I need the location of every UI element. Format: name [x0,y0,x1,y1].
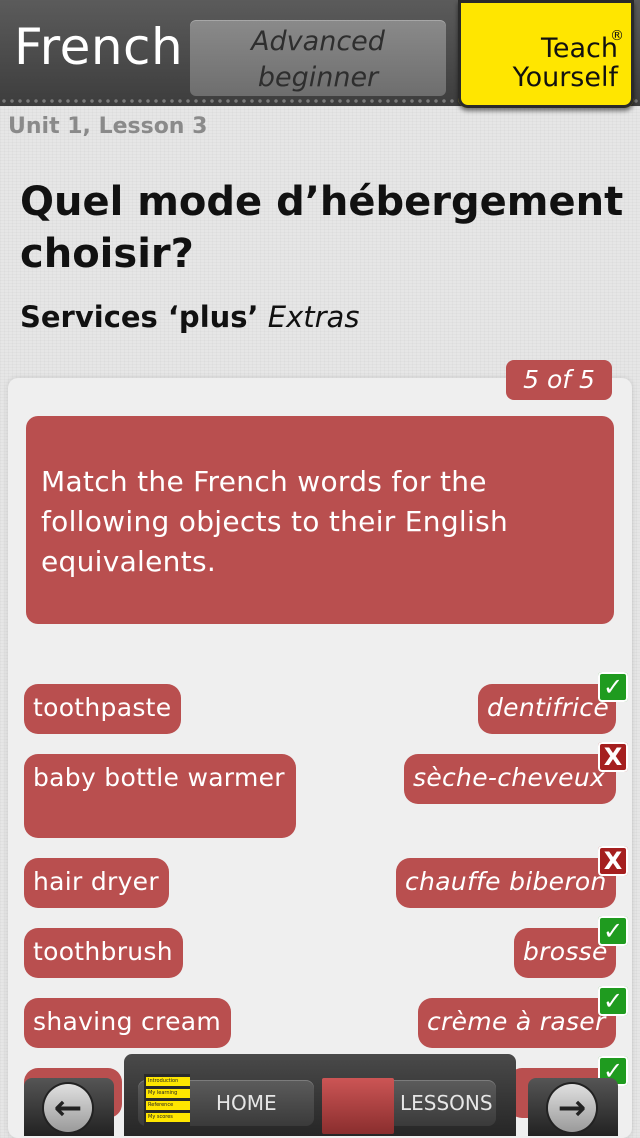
arrow-right-icon: → [548,1084,596,1132]
teach-yourself-logo[interactable]: ® Teach Yourself [458,0,634,108]
instruction-card: Match the French words for the following… [26,416,614,624]
french-item-dentifrice[interactable]: dentifrice [478,684,616,734]
progress-counter: 5 of 5 [506,360,612,400]
wrong-x-icon: X [598,846,628,876]
brand-line-2: Yourself [512,62,618,93]
lessons-label: LESSONS [400,1091,493,1115]
english-item-toothpaste[interactable]: toothpaste [24,684,182,734]
correct-check-icon: ✓ [598,672,628,702]
brand-line-1: Teach [540,33,618,64]
app-title: French [14,18,184,76]
lessons-thumbnail [322,1078,394,1134]
registered-mark: ® [610,28,624,44]
back-button[interactable]: ← [24,1078,114,1136]
home-thumbnail: Introduction My learning Reference My sc… [144,1074,190,1128]
wrong-x-icon: X [598,742,628,772]
french-item-chauffe-biberon[interactable]: chauffe biberon [396,858,616,908]
section-subtitle: Services ‘plus’ Extras [20,300,359,334]
english-item-baby-bottle-warmer[interactable]: baby bottle warmer [24,754,296,838]
subtitle-french: Services ‘plus’ [20,300,259,334]
level-badge: Advanced beginner [190,20,446,96]
english-item-shaving-cream[interactable]: shaving cream [24,998,232,1048]
forward-button[interactable]: → [528,1078,618,1136]
arrow-left-icon: ← [44,1084,92,1132]
unit-lesson-label: Unit 1, Lesson 3 [8,114,208,139]
correct-check-icon: ✓ [598,986,628,1016]
english-item-toothbrush[interactable]: toothbrush [24,928,183,978]
subtitle-english: Extras [267,300,360,334]
lesson-title: Quel mode d’hébergement choisir? [20,179,624,277]
english-item-hair-dryer[interactable]: hair dryer [24,858,169,908]
french-item-creme-a-raser[interactable]: crème à raser [418,998,616,1048]
french-item-seche-cheveux[interactable]: sèche-cheveux [404,754,616,804]
home-label: HOME [216,1091,277,1115]
correct-check-icon: ✓ [598,916,628,946]
